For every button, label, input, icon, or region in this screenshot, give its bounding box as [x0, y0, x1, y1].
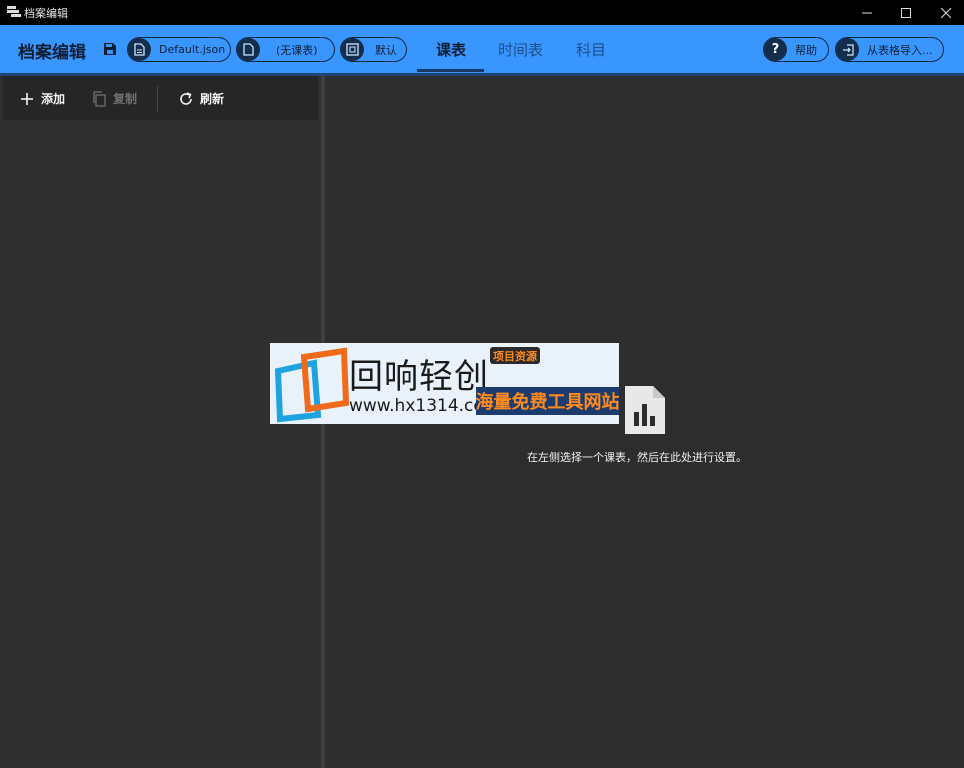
save-icon[interactable] [103, 42, 117, 56]
default-button[interactable]: 默认 [340, 37, 407, 62]
tab-subjects[interactable]: 科目 [576, 39, 606, 60]
document-icon [128, 38, 151, 61]
refresh-label: 刷新 [200, 92, 225, 106]
question-icon: ? [764, 38, 787, 61]
import-icon [836, 38, 859, 61]
default-label: 默认 [375, 43, 397, 57]
logo-frames-icon [274, 347, 350, 423]
app-icon [7, 6, 21, 17]
minimize-button[interactable] [850, 0, 884, 25]
close-button[interactable] [929, 0, 963, 25]
watermark-badge: 项目资源 [490, 347, 540, 364]
minimize-icon [862, 12, 872, 13]
profile-file-label: Default.json [159, 43, 226, 56]
empty-state-message: 在左侧选择一个课表，然后在此处进行设置。 [527, 451, 747, 464]
help-label: 帮助 [795, 43, 817, 57]
sidebar-toolbar: 添加 复制 刷新 [3, 76, 318, 120]
watermark-banner: 回响轻创 www.hx1314.cc 项目资源 海量免费工具网站 [270, 343, 619, 424]
add-label: 添加 [41, 92, 66, 106]
tab-class-plan[interactable]: 课表 [436, 39, 466, 60]
add-button[interactable]: 添加 [19, 90, 65, 107]
window-titlebar: 档案编辑 [0, 0, 964, 25]
profile-file-button[interactable]: Default.json [127, 37, 231, 62]
watermark-url: www.hx1314.cc [349, 396, 483, 416]
copy-icon [93, 90, 106, 107]
class-plan-label: (无课表) [276, 43, 318, 57]
toolbar-separator [157, 86, 158, 112]
watermark-brand: 回响轻创 [349, 357, 489, 397]
close-icon [941, 7, 951, 18]
tab-timetable[interactable]: 时间表 [498, 39, 543, 60]
maximize-icon [901, 7, 911, 18]
file-icon [237, 38, 260, 61]
active-tab-indicator [417, 69, 484, 72]
image-frame-icon [341, 38, 364, 61]
watermark-slogan: 海量免费工具网站 [476, 387, 619, 415]
copy-button[interactable]: 复制 [91, 90, 137, 107]
page-title: 档案编辑 [18, 43, 86, 63]
document-chart-icon [625, 386, 665, 434]
class-plan-button[interactable]: (无课表) [236, 37, 335, 62]
refresh-button[interactable]: 刷新 [178, 90, 224, 107]
copy-label: 复制 [113, 92, 138, 106]
import-from-table-button[interactable]: 从表格导入... [835, 37, 944, 62]
maximize-button[interactable] [889, 0, 923, 25]
plus-icon [21, 92, 33, 105]
window-title: 档案编辑 [24, 7, 68, 20]
help-button[interactable]: ? 帮助 [763, 37, 829, 62]
import-label: 从表格导入... [867, 43, 933, 57]
app-header: 档案编辑 Default.json (无课表) 默认 课表 时间表 科目 ? 帮… [0, 25, 964, 73]
refresh-icon [180, 91, 192, 105]
